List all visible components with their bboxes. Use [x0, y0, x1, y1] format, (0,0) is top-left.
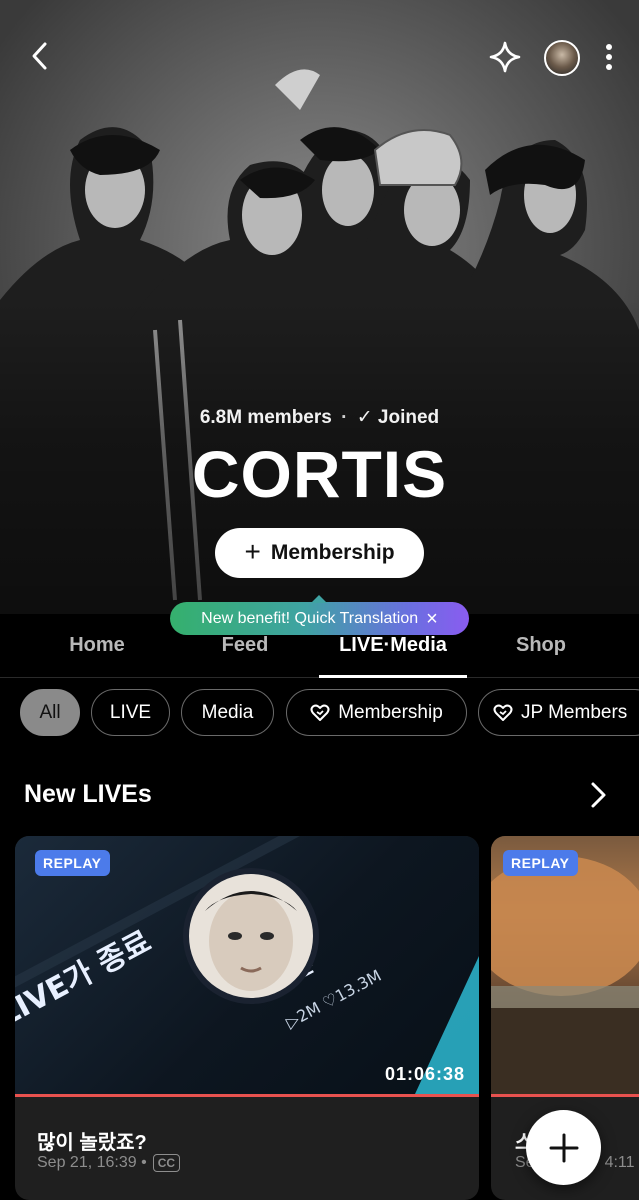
chip-label: LIVE	[109, 701, 152, 723]
section-title: New LIVEs	[24, 780, 152, 808]
tab-live-media[interactable]: LIVE·Media	[319, 634, 467, 657]
more-vertical-icon	[606, 44, 612, 70]
profile-avatar[interactable]	[544, 40, 580, 76]
tab-feed[interactable]: Feed	[171, 634, 319, 657]
tooltip-text: New benefit! Quick Translation	[201, 609, 419, 627]
chip-media[interactable]: Media	[181, 689, 274, 736]
artist-name: CORTIS	[191, 437, 448, 511]
active-tab-indicator	[319, 675, 467, 678]
live-title: 많이 놀랐죠?	[37, 1132, 147, 1154]
chevron-right-icon	[591, 782, 606, 808]
create-button[interactable]	[526, 1110, 601, 1185]
filter-chips: All LIVE Media Membership JP Members	[0, 689, 639, 737]
tab-home[interactable]: Home	[23, 634, 171, 657]
chip-label: All	[39, 701, 61, 723]
chip-membership[interactable]: Membership	[286, 689, 467, 736]
sparkle-icon	[489, 41, 521, 73]
membership-label: Membership	[270, 541, 395, 564]
membership-button[interactable]: + Membership	[215, 528, 424, 578]
chip-jp-members[interactable]: JP Members	[478, 689, 639, 736]
live-thumbnail: LIVE가 종료 주훈 ▷2M ♡13.3M REPLAY 01:06:38	[15, 836, 479, 1094]
more-options-button[interactable]	[596, 38, 622, 76]
chip-all[interactable]: All	[20, 689, 80, 736]
live-time: 4:11 •	[604, 1154, 639, 1171]
joined-status: ✓ Joined	[356, 407, 440, 428]
chip-label: JP Members	[521, 701, 628, 723]
cc-badge: CC	[152, 1154, 181, 1172]
separator-dot: ·	[341, 407, 348, 428]
replay-badge: REPLAY	[35, 850, 110, 876]
plus-icon	[549, 1133, 578, 1162]
back-button[interactable]	[22, 38, 58, 74]
close-icon[interactable]: ×	[426, 609, 438, 629]
see-all-button[interactable]	[584, 780, 612, 810]
watch-progress-bar	[491, 1094, 639, 1097]
live-thumbnail: REPLAY	[491, 836, 639, 1094]
live-card[interactable]: LIVE가 종료 주훈 ▷2M ♡13.3M REPLAY 01:06:38 많…	[15, 836, 479, 1200]
artist-hero: 6.8M members · ✓ Joined CORTIS + Members…	[0, 0, 639, 614]
chevron-left-icon	[32, 42, 47, 70]
watch-progress-bar	[15, 1094, 479, 1097]
live-date: Sep 21, 16:39 •	[37, 1154, 147, 1171]
heart-icon	[493, 704, 513, 721]
chip-label: Media	[201, 701, 254, 723]
live-meta: Sep 21, 16:39 • CC	[37, 1154, 181, 1172]
chip-live[interactable]: LIVE	[91, 689, 170, 736]
new-benefit-tooltip[interactable]: New benefit! Quick Translation ×	[170, 595, 469, 635]
plus-icon: +	[244, 536, 261, 567]
members-count: 6.8M members	[199, 407, 332, 428]
chip-label: Membership	[338, 701, 443, 723]
tab-shop[interactable]: Shop	[467, 634, 615, 657]
video-duration: 01:06:38	[384, 1064, 465, 1084]
members-info: 6.8M members · ✓ Joined	[0, 406, 639, 429]
replay-badge: REPLAY	[503, 850, 578, 876]
sparkle-button[interactable]	[486, 38, 524, 76]
heart-icon	[310, 704, 330, 721]
